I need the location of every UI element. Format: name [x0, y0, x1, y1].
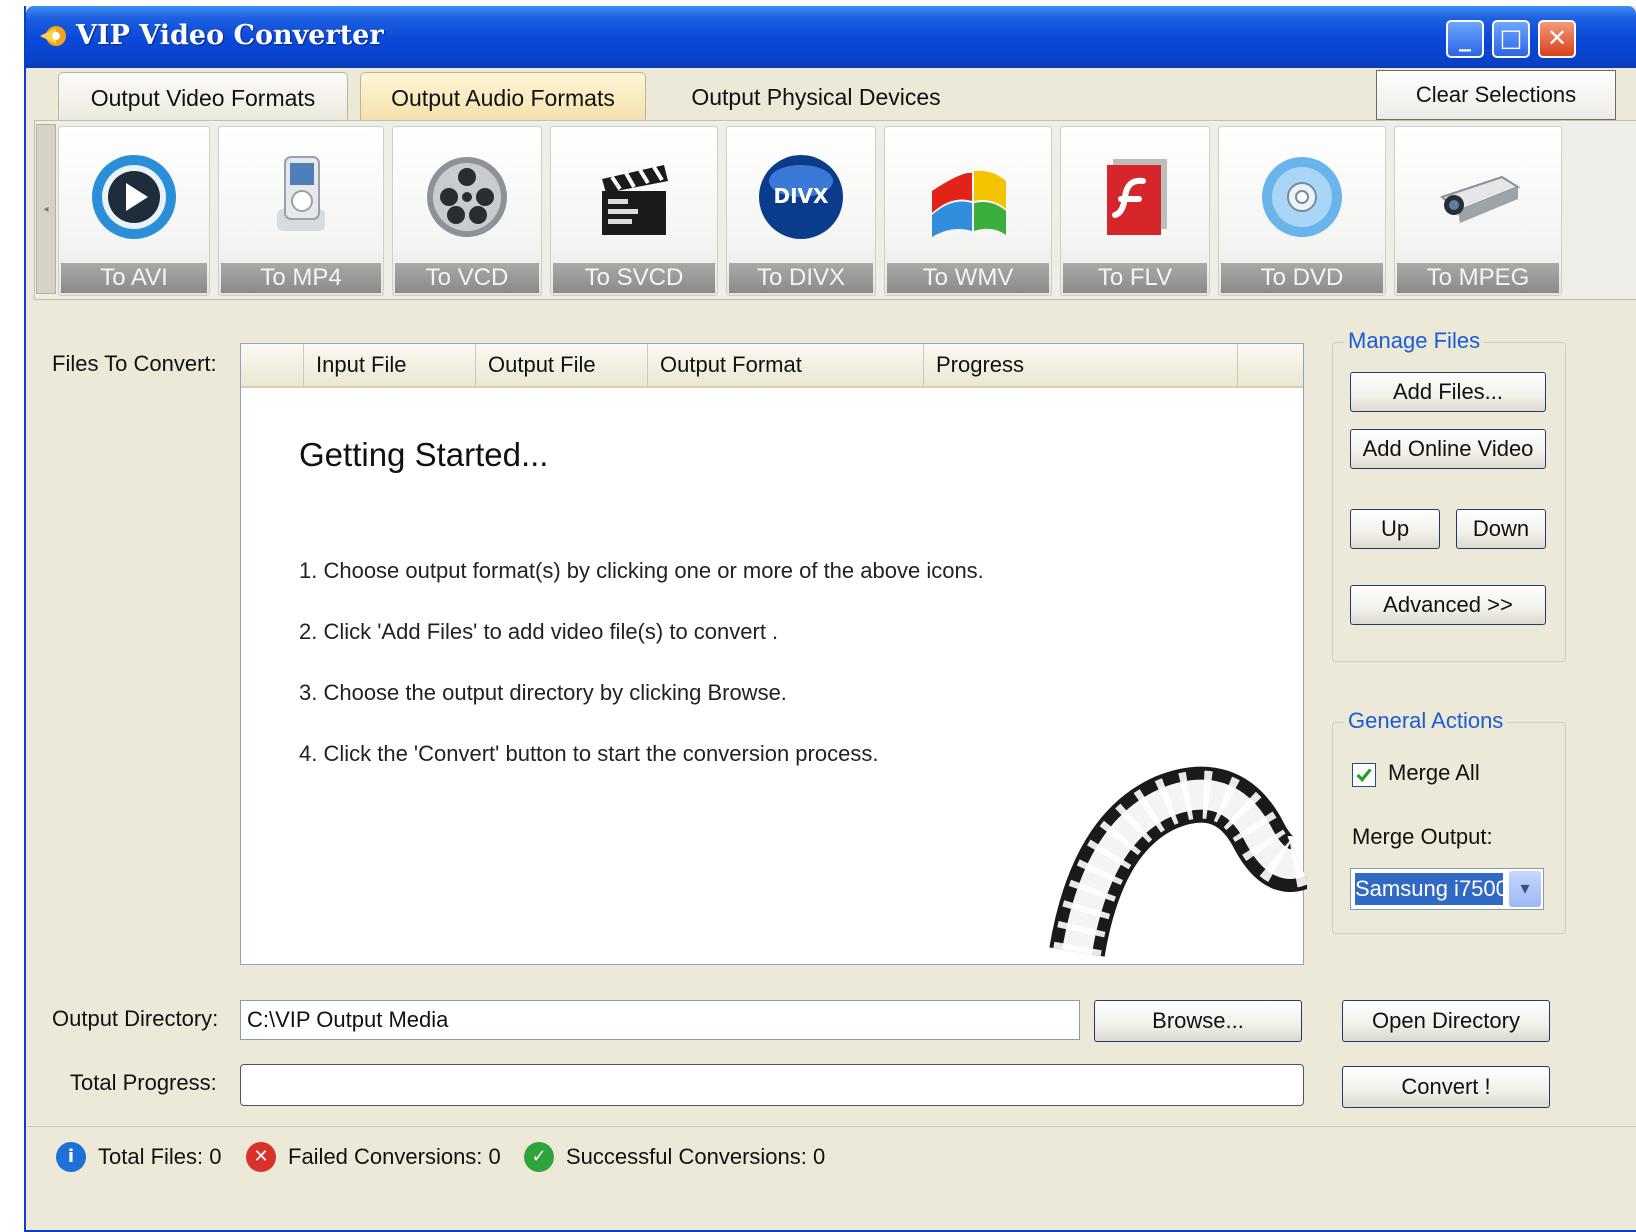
format-label: To WMV — [887, 263, 1049, 293]
film-strip-icon — [1049, 766, 1307, 957]
format-label: To MPEG — [1397, 263, 1559, 293]
failed-conversions-status: Failed Conversions: 0 — [288, 1144, 501, 1169]
browse-button[interactable]: Browse... — [1094, 1000, 1302, 1042]
chevron-down-icon[interactable]: ▾ — [1509, 871, 1541, 907]
success-icon: ✓ — [524, 1142, 554, 1172]
close-icon: ✕ — [1546, 24, 1568, 52]
successful-conversions-status: Successful Conversions: 0 — [566, 1144, 826, 1169]
format-to-wmv[interactable]: To WMV — [884, 126, 1052, 296]
tab-output-physical-devices[interactable]: Output Physical Devices — [666, 72, 966, 124]
title-bar: VIP Video Converter _ □ ✕ — [26, 6, 1636, 68]
format-to-svcd[interactable]: To SVCD — [550, 126, 718, 296]
flash-icon — [1107, 159, 1167, 235]
files-grid[interactable]: Input File Output File Output Format Pro… — [240, 343, 1307, 965]
format-to-mpeg[interactable]: To MPEG — [1394, 126, 1562, 296]
column-spacer — [1237, 344, 1303, 386]
film-reel-icon — [427, 157, 507, 237]
maximize-icon: □ — [1499, 24, 1523, 52]
convert-button[interactable]: Convert ! — [1342, 1066, 1550, 1108]
maximize-button[interactable]: □ — [1492, 20, 1530, 58]
files-to-convert-label: Files To Convert: — [52, 351, 217, 376]
status-bar-divider — [26, 1126, 1636, 1127]
column-progress[interactable]: Progress — [923, 344, 1237, 386]
add-online-video-button[interactable]: Add Online Video — [1350, 429, 1546, 469]
tab-output-video-formats[interactable]: Output Video Formats — [58, 72, 348, 124]
main-window: VIP Video Converter _ □ ✕ Output Video F… — [24, 6, 1636, 1232]
total-files-status: Total Files: 0 — [98, 1144, 222, 1169]
format-to-avi[interactable]: To AVI — [58, 126, 210, 296]
column-output-file[interactable]: Output File — [475, 344, 647, 386]
step-3: 3. Choose the output directory by clicki… — [299, 680, 787, 705]
format-to-flv[interactable]: To FLV — [1060, 126, 1210, 296]
clapperboard-icon — [602, 165, 668, 235]
step-1: 1. Choose output format(s) by clicking o… — [299, 558, 984, 583]
clear-selections-button[interactable]: Clear Selections — [1376, 70, 1616, 120]
move-down-button[interactable]: Down — [1456, 509, 1546, 549]
column-input-file[interactable]: Input File — [303, 344, 475, 386]
checkmark-icon — [1356, 768, 1372, 782]
tab-output-audio-formats[interactable]: Output Audio Formats — [360, 72, 646, 124]
getting-started-title: Getting Started... — [299, 436, 549, 473]
format-label: To SVCD — [553, 263, 715, 293]
projector-icon — [1440, 175, 1521, 223]
minimize-icon: _ — [1459, 24, 1471, 52]
app-logo-icon — [40, 26, 66, 46]
svg-text:DIVX: DIVX — [774, 184, 830, 208]
general-actions-title: General Actions — [1344, 708, 1508, 734]
windows-media-icon — [932, 170, 1006, 237]
format-label: To VCD — [395, 263, 539, 293]
step-4: 4. Click the 'Convert' button to start t… — [299, 741, 879, 766]
info-icon: i — [56, 1142, 86, 1172]
merge-output-label: Merge Output: — [1352, 824, 1493, 849]
ipod-icon — [277, 156, 325, 231]
merge-output-select[interactable]: Samsung i7500 ▾ — [1350, 868, 1544, 910]
format-label: To DIVX — [729, 263, 873, 293]
manage-files-title: Manage Files — [1344, 328, 1485, 354]
minimize-button[interactable]: _ — [1446, 20, 1484, 58]
play-circle-icon — [92, 155, 176, 239]
close-button[interactable]: ✕ — [1538, 20, 1576, 58]
output-directory-label: Output Directory: — [52, 1006, 219, 1031]
output-directory-input[interactable]: C:\VIP Output Media — [240, 1000, 1080, 1040]
strip-scroll-left-button[interactable]: ◂ — [36, 124, 56, 294]
total-progress-bar — [240, 1064, 1304, 1106]
format-label: To MP4 — [221, 263, 381, 293]
format-to-vcd[interactable]: To VCD — [392, 126, 542, 296]
format-to-divx[interactable]: DIVX To DIVX — [726, 126, 876, 296]
add-files-button[interactable]: Add Files... — [1350, 372, 1546, 412]
merge-output-value: Samsung i7500 — [1355, 873, 1503, 905]
total-progress-label: Total Progress: — [70, 1070, 217, 1095]
step-2: 2. Click 'Add Files' to add video file(s… — [299, 619, 779, 644]
merge-all-label[interactable]: Merge All — [1388, 760, 1480, 786]
move-up-button[interactable]: Up — [1350, 509, 1440, 549]
divx-logo-icon: DIVX — [759, 155, 843, 239]
format-label: To DVD — [1221, 263, 1383, 293]
merge-all-checkbox[interactable] — [1352, 763, 1376, 787]
window-title: VIP Video Converter — [76, 20, 384, 51]
disc-icon — [1262, 157, 1342, 237]
grid-header: Input File Output File Output Format Pro… — [241, 344, 1303, 388]
open-directory-button[interactable]: Open Directory — [1342, 1000, 1550, 1042]
advanced-button[interactable]: Advanced >> — [1350, 585, 1546, 625]
format-to-dvd[interactable]: To DVD — [1218, 126, 1386, 296]
format-to-mp4[interactable]: To MP4 — [218, 126, 384, 296]
format-label: To AVI — [61, 263, 207, 293]
error-icon: ✕ — [246, 1142, 276, 1172]
column-output-format[interactable]: Output Format — [647, 344, 923, 386]
format-label: To FLV — [1063, 263, 1207, 293]
